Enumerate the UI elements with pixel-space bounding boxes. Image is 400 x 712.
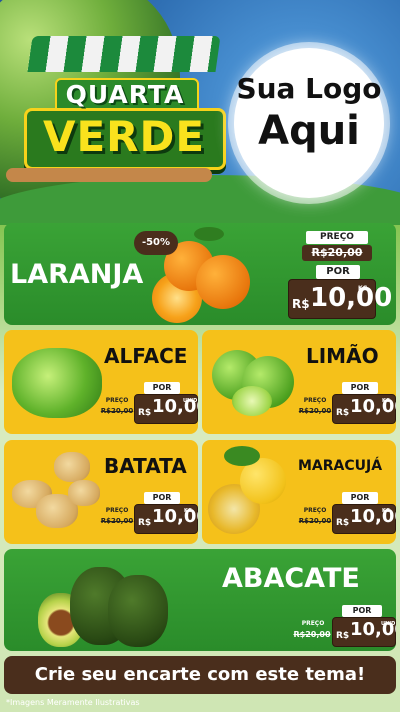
preco-label: PREÇO xyxy=(105,397,129,404)
market-awning xyxy=(27,36,221,72)
disclaimer-text: *Imagens Meramente Ilustrativas xyxy=(6,698,140,707)
price-unit: UNID xyxy=(381,621,396,627)
old-price: R$20,00 xyxy=(100,517,134,525)
flyer-page: QUARTA VERDE Sua Logo Aqui LARANJA PREÇO… xyxy=(0,0,400,712)
orange-leaf-image xyxy=(194,227,224,241)
price-unit: UNID xyxy=(183,398,198,404)
wood-board xyxy=(6,168,212,182)
por-label: POR xyxy=(342,382,378,394)
discount-badge: -50% xyxy=(134,231,178,255)
preco-label: PREÇO xyxy=(303,397,327,404)
product-card-laranja: LARANJA PREÇO R$20,00 POR R$ 10,00 KG xyxy=(4,223,396,325)
price-currency: R$ xyxy=(336,631,350,641)
product-name: BATATA xyxy=(104,454,187,478)
hero-title-line2: VERDE xyxy=(42,112,206,161)
logo-placeholder: Sua Logo Aqui xyxy=(234,48,384,198)
old-price: R$20,00 xyxy=(298,517,332,525)
product-card-limao: LIMÃO PREÇO R$20,00 POR R$ 10,00 KG xyxy=(202,330,396,434)
product-name: ABACATE xyxy=(222,563,360,594)
product-card-maracuja: MARACUJÁ PREÇO R$20,00 POR R$ 10,00 KG xyxy=(202,440,396,544)
orange-image-2 xyxy=(196,255,250,309)
price-currency: R$ xyxy=(138,518,152,528)
old-price: R$20,00 xyxy=(293,630,331,639)
product-card-alface: ALFACE PREÇO R$20,00 POR R$ 10,00 UNID xyxy=(4,330,198,434)
old-price: R$20,00 xyxy=(100,407,134,415)
preco-label: PREÇO xyxy=(306,231,368,244)
logo-text-line1: Sua Logo xyxy=(236,72,382,105)
price-currency: R$ xyxy=(292,297,310,311)
price-unit: KG xyxy=(358,285,368,292)
product-card-abacate: ABACATE PREÇO R$20,00 POR R$ 10,00 UNID xyxy=(4,549,396,651)
price-unit: KG xyxy=(382,398,390,404)
logo-text-line2: Aqui xyxy=(258,108,360,154)
product-name: MARACUJÁ xyxy=(298,458,383,474)
hero-title-line1: QUARTA xyxy=(65,80,185,109)
product-card-batata: BATATA PREÇO R$20,00 POR R$ 10,00 KG xyxy=(4,440,198,544)
product-name: ALFACE xyxy=(104,344,188,368)
product-name: LIMÃO xyxy=(306,344,379,368)
passionfruit-leaf-image xyxy=(224,446,260,466)
price-currency: R$ xyxy=(336,408,350,418)
price-currency: R$ xyxy=(336,518,350,528)
product-name: LARANJA xyxy=(10,259,144,290)
preco-label: PREÇO xyxy=(105,507,129,514)
por-label: POR xyxy=(144,382,180,394)
cta-banner[interactable]: Crie seu encarte com este tema! xyxy=(4,656,396,694)
potato-image-3 xyxy=(54,452,90,482)
price-unit: KG xyxy=(382,508,390,514)
preco-label: PREÇO xyxy=(303,507,327,514)
price-currency: R$ xyxy=(138,408,152,418)
por-label: POR xyxy=(316,265,360,279)
hero-banner: QUARTA VERDE Sua Logo Aqui xyxy=(0,0,400,225)
lime-slice-image xyxy=(232,386,272,416)
potato-image-4 xyxy=(68,480,100,506)
avocado-image-2 xyxy=(108,575,168,647)
old-price: R$20,00 xyxy=(302,245,372,261)
por-label: POR xyxy=(342,605,382,617)
lettuce-image xyxy=(12,348,102,418)
preco-label: PREÇO xyxy=(301,620,325,627)
por-label: POR xyxy=(144,492,180,504)
por-label: POR xyxy=(342,492,378,504)
price-value: 10,00 xyxy=(310,283,393,313)
old-price: R$20,00 xyxy=(298,407,332,415)
price-unit: KG xyxy=(184,508,192,514)
